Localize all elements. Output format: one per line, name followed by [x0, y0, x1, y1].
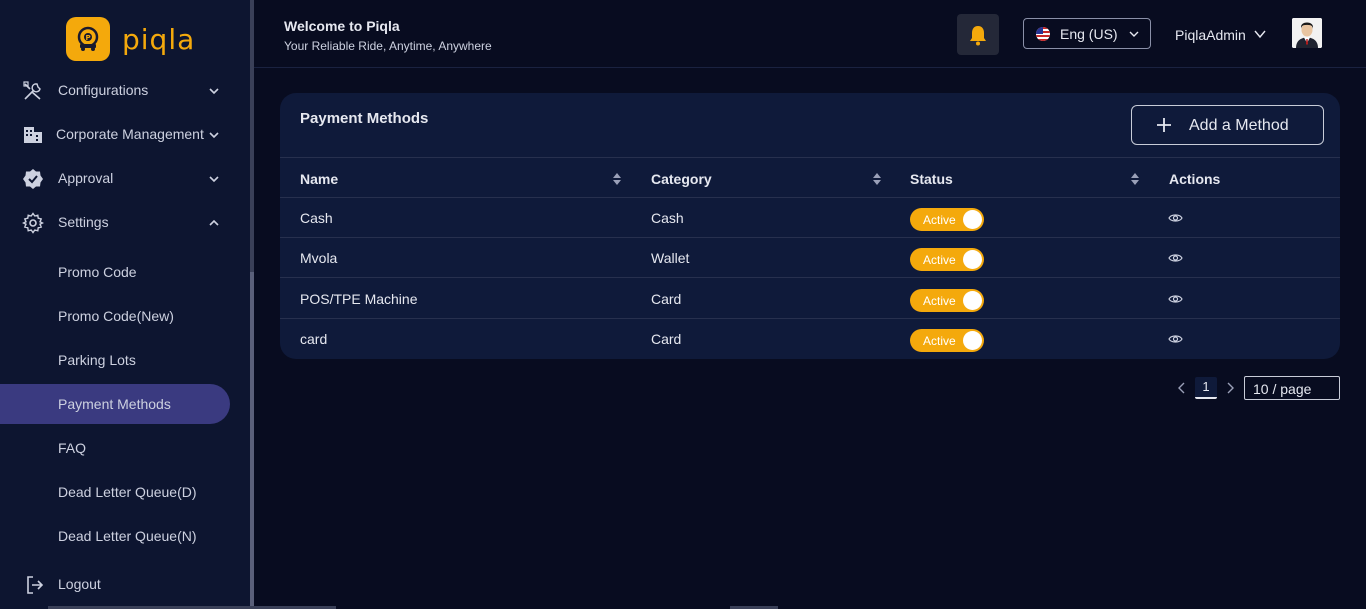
status-label: Active — [923, 253, 956, 267]
cell-category: Card — [651, 291, 682, 307]
nav-settings[interactable]: Settings — [0, 202, 236, 242]
toggle-knob — [963, 331, 982, 350]
avatar[interactable] — [1292, 18, 1322, 48]
pagination-page-1[interactable]: 1 — [1195, 377, 1217, 399]
language-label: Eng (US) — [1060, 26, 1118, 42]
pagination-next-icon[interactable] — [1225, 382, 1235, 394]
cell-name: Mvola — [300, 250, 338, 266]
add-method-label: Add a Method — [1189, 117, 1289, 134]
user-avatar-icon — [1292, 18, 1322, 48]
nav-corporate-management-label: Corporate Management — [56, 126, 204, 142]
sidebar-item-label: Dead Letter Queue(N) — [58, 528, 197, 544]
status-toggle[interactable]: Active — [910, 208, 984, 231]
chevron-down-icon — [1129, 31, 1139, 37]
cell-category: Cash — [651, 210, 684, 226]
status-toggle[interactable]: Active — [910, 248, 984, 271]
sidebar-item-label: Promo Code — [58, 264, 137, 280]
nav-approval-label: Approval — [58, 170, 114, 186]
view-eye-icon[interactable] — [1168, 293, 1183, 305]
cell-category: Wallet — [651, 250, 690, 266]
sidebar: P piqla Configurations Corporate Managem… — [0, 0, 252, 609]
column-header-status[interactable]: Status — [910, 171, 953, 187]
top-header: Welcome to Piqla Your Reliable Ride, Any… — [254, 0, 1366, 68]
sidebar-item-payment-methods[interactable]: Payment Methods — [0, 384, 230, 424]
building-icon — [24, 127, 42, 143]
table-row: Mvola Wallet Active — [280, 238, 1340, 278]
pagination-prev-icon[interactable] — [1177, 382, 1187, 394]
column-header-actions: Actions — [1169, 171, 1221, 187]
status-label: Active — [923, 334, 956, 348]
sidebar-item-label: Dead Letter Queue(D) — [58, 484, 197, 500]
brand-logo[interactable]: P piqla — [66, 17, 195, 61]
status-label: Active — [923, 213, 956, 227]
plus-icon — [1157, 118, 1171, 132]
table-header: Name Category Status Actions — [280, 157, 1340, 198]
bell-icon — [970, 25, 986, 45]
logo-mark-icon: P — [66, 17, 110, 61]
chevron-up-icon — [209, 219, 219, 226]
column-header-category[interactable]: Category — [651, 171, 712, 187]
sidebar-item-dead-letter-queue-n[interactable]: Dead Letter Queue(N) — [0, 516, 230, 556]
sidebar-item-parking-lots[interactable]: Parking Lots — [0, 340, 230, 380]
sidebar-item-promo-code[interactable]: Promo Code — [0, 252, 230, 292]
chevron-down-icon[interactable] — [1254, 28, 1266, 40]
sidebar-scrollbar-thumb[interactable] — [250, 272, 254, 609]
column-header-name[interactable]: Name — [300, 171, 338, 187]
page-title: Payment Methods — [300, 110, 429, 127]
sort-icon[interactable] — [612, 172, 622, 186]
welcome-title: Welcome to Piqla — [284, 18, 400, 34]
chevron-down-icon — [209, 132, 219, 139]
view-eye-icon[interactable] — [1168, 252, 1183, 264]
status-toggle[interactable]: Active — [910, 329, 984, 352]
sidebar-item-label: Parking Lots — [58, 352, 136, 368]
table-row: Cash Cash Active — [280, 198, 1340, 238]
cell-name: Cash — [300, 210, 333, 226]
nav-settings-label: Settings — [58, 214, 109, 230]
gear-icon — [22, 212, 44, 234]
us-flag-icon — [1036, 27, 1050, 41]
table-row: POS/TPE Machine Card Active — [280, 279, 1340, 319]
welcome-subtitle: Your Reliable Ride, Anytime, Anywhere — [284, 39, 492, 53]
view-eye-icon[interactable] — [1168, 333, 1183, 345]
user-menu-button[interactable]: PiqlaAdmin — [1175, 27, 1246, 43]
sidebar-item-label: Payment Methods — [58, 396, 171, 412]
view-eye-icon[interactable] — [1168, 212, 1183, 224]
table-row: card Card Active — [280, 319, 1340, 359]
nav-approval[interactable]: Approval — [0, 158, 236, 198]
logout-button[interactable]: Logout — [0, 564, 236, 604]
brand-name: piqla — [122, 22, 196, 56]
chevron-down-icon — [209, 88, 219, 95]
page-size-select[interactable]: 10 / page — [1244, 376, 1340, 400]
sidebar-item-dead-letter-queue-d[interactable]: Dead Letter Queue(D) — [0, 472, 230, 512]
sort-icon[interactable] — [872, 172, 882, 186]
cell-name: card — [300, 331, 328, 347]
status-toggle[interactable]: Active — [910, 289, 984, 312]
logout-icon — [27, 576, 44, 594]
sidebar-item-label: Promo Code(New) — [58, 308, 174, 324]
toggle-knob — [963, 210, 982, 229]
nav-corporate-management[interactable]: Corporate Management — [0, 114, 236, 154]
cell-category: Card — [651, 331, 682, 347]
cell-name: POS/TPE Machine — [300, 291, 418, 307]
add-method-button[interactable]: Add a Method — [1131, 105, 1324, 145]
svg-text:P: P — [86, 34, 91, 42]
tools-icon — [23, 81, 41, 100]
sidebar-item-faq[interactable]: FAQ — [0, 428, 230, 468]
toggle-knob — [963, 291, 982, 310]
notifications-button[interactable] — [957, 14, 999, 55]
sort-icon[interactable] — [1130, 172, 1140, 186]
chevron-down-icon — [209, 176, 219, 183]
payment-methods-card: Payment Methods Add a Method Name Catego… — [280, 93, 1340, 359]
sidebar-item-promo-code-new[interactable]: Promo Code(New) — [0, 296, 230, 336]
badge-check-icon — [23, 169, 43, 189]
logout-label: Logout — [58, 576, 101, 592]
sidebar-item-label: FAQ — [58, 440, 87, 456]
nav-configurations[interactable]: Configurations — [0, 70, 236, 110]
language-select[interactable]: Eng (US) — [1023, 18, 1151, 49]
nav-configurations-label: Configurations — [58, 82, 149, 98]
status-label: Active — [923, 294, 956, 308]
toggle-knob — [963, 250, 982, 269]
